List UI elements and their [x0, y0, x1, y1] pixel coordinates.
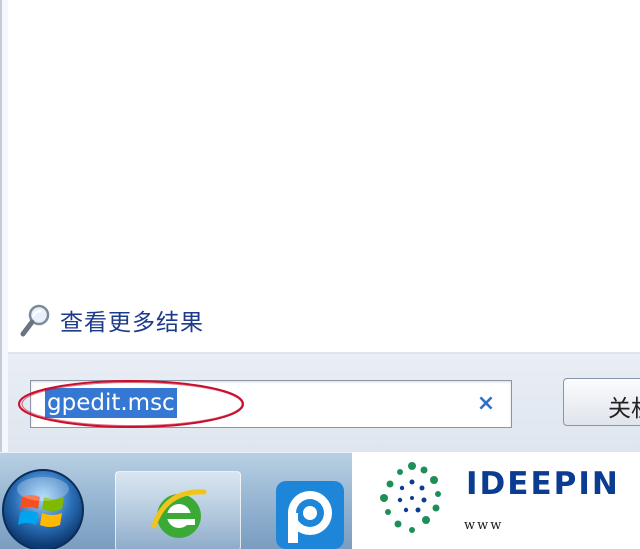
shutdown-label: 关机 — [608, 396, 640, 422]
see-more-results-label: 查看更多结果 — [60, 310, 204, 336]
search-results-area — [8, 0, 640, 352]
search-input[interactable]: gpedit.msc × — [30, 380, 512, 428]
taskbar-pptv-button[interactable] — [270, 477, 350, 549]
shutdown-button[interactable]: 关机 — [563, 378, 640, 426]
start-button[interactable] — [0, 467, 86, 549]
ideepin-logo-icon — [380, 462, 441, 533]
ie-icon — [151, 489, 207, 538]
windows-logo-icon — [2, 469, 84, 549]
see-more-results-link[interactable]: 查看更多结果 — [20, 302, 204, 338]
search-input-value: gpedit.msc — [45, 388, 177, 418]
taskbar-ie-button[interactable] — [115, 471, 241, 549]
watermark-brand: IDEEPIN — [466, 466, 620, 502]
magnifier-icon — [20, 304, 50, 337]
clear-search-button[interactable]: × — [471, 389, 501, 419]
watermark: IDEEPIN www — [352, 452, 640, 549]
pptv-icon — [276, 481, 344, 549]
watermark-url: www — [464, 518, 504, 533]
